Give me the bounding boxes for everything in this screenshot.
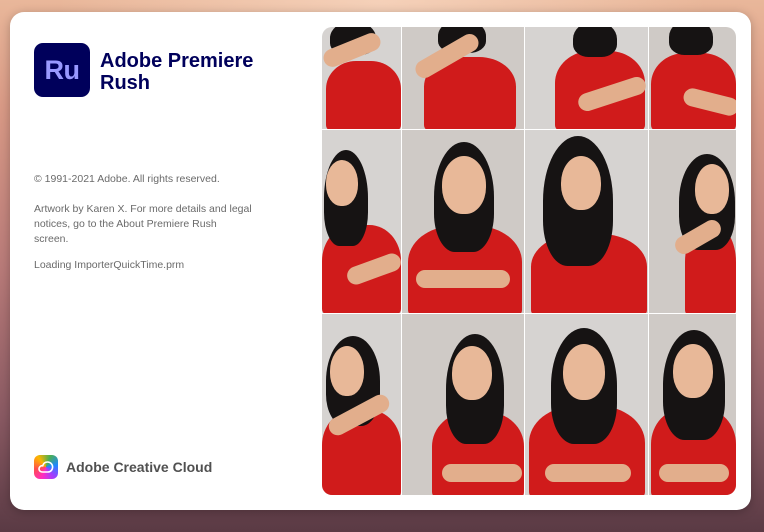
creative-cloud-label: Adobe Creative Cloud [66,459,213,475]
artwork-photo-grid [322,27,736,495]
photo-tile [322,314,401,495]
photo-tile [525,130,648,313]
photo-tile [525,314,648,495]
loading-status-text: Loading ImporterQuickTime.prm [34,259,185,271]
app-logo-text: Ru [44,54,81,85]
photo-tile [402,130,524,313]
photo-tile [649,314,736,495]
copyright-text: © 1991-2021 Adobe. All rights reserved. [34,173,220,185]
photo-tile [402,27,524,129]
photo-tile [649,130,736,313]
creative-cloud-icon [34,455,58,479]
photo-tile [322,27,401,129]
photo-tile [322,130,401,313]
photo-tile [402,314,524,495]
photo-tile [525,27,648,129]
photo-tile [649,27,736,129]
premiere-rush-logo-icon: Ru [34,43,90,97]
app-title: Adobe Premiere Rush [100,50,254,94]
splash-screen: Ru Adobe Premiere Rush © 1991-2021 Adobe… [10,12,751,510]
creative-cloud-branding: Adobe Creative Cloud [34,455,212,479]
artwork-credit-text: Artwork by Karen X. For more details and… [34,203,252,245]
